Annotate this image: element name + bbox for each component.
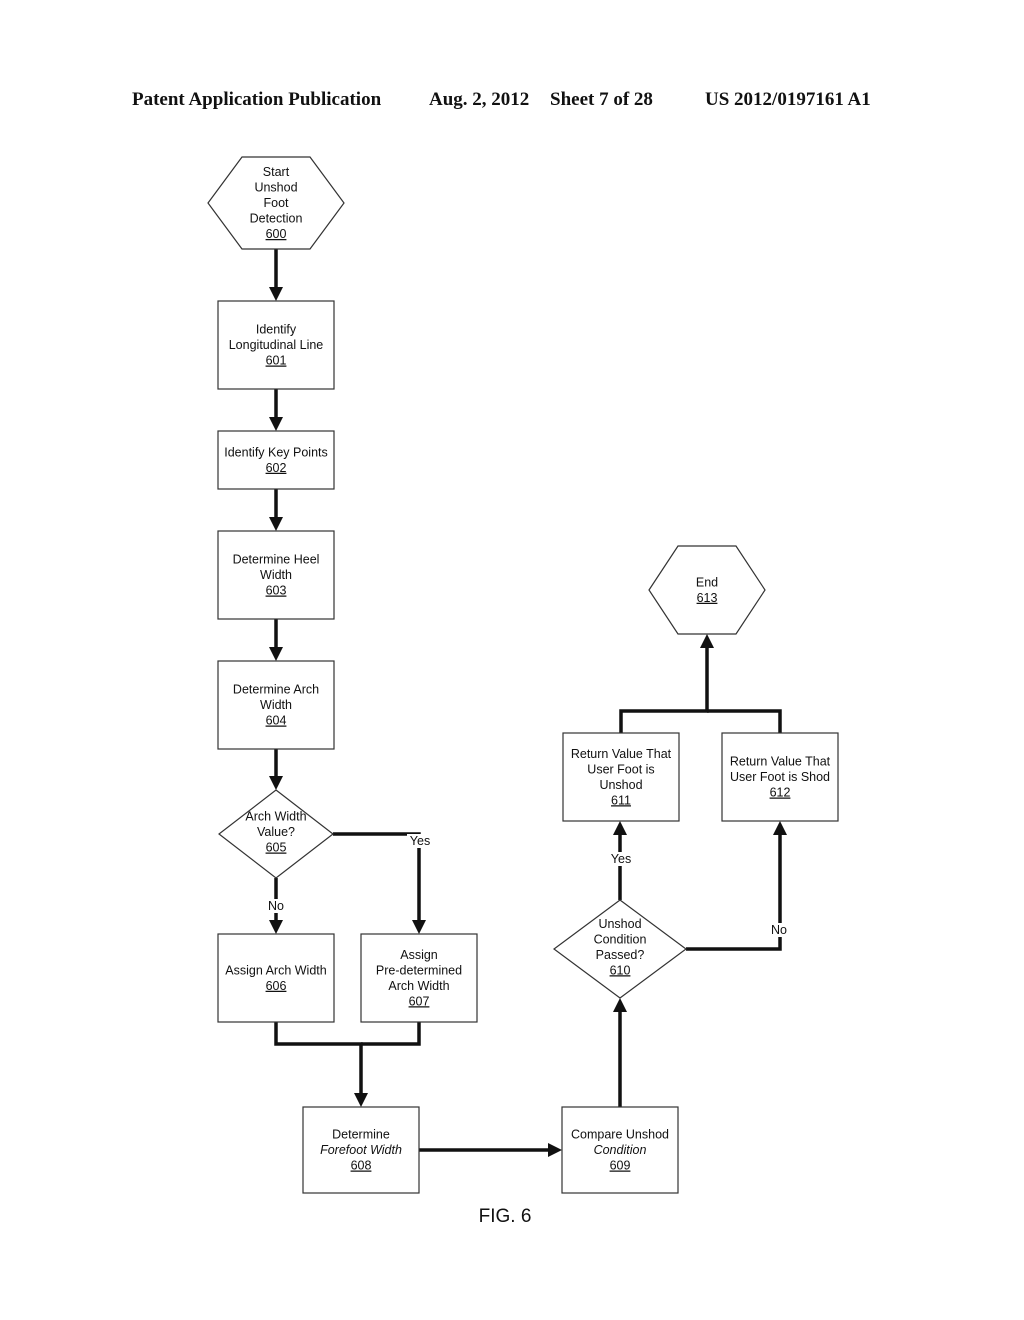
reference-number: 601 (266, 354, 287, 368)
edge-606-608 (274, 1022, 368, 1107)
flowchart: StartUnshodFootDetection600IdentifyLongi… (207, 156, 839, 1227)
arrowhead-icon (269, 920, 283, 934)
node-label: Width (260, 698, 292, 712)
node-label: Unshod (599, 778, 642, 792)
edge-602-603 (269, 489, 283, 531)
node-label: Determine Arch (233, 683, 319, 697)
node-label: Assign (400, 948, 438, 962)
edge-611-613 (619, 634, 714, 733)
node-label: User Foot is Shod (730, 770, 830, 784)
reference-number: 613 (697, 591, 718, 605)
arrowhead-icon (269, 647, 283, 661)
edge-609-610 (613, 998, 627, 1107)
connector-line (619, 648, 709, 733)
reference-number: 612 (770, 786, 791, 800)
node-label: Condition (594, 932, 647, 946)
reference-number: 602 (266, 461, 287, 475)
node-label: Identify Key Points (224, 445, 328, 459)
figure-label: FIG. 6 (479, 1206, 532, 1227)
node-608: DetermineForefoot Width 608 (302, 1106, 420, 1194)
arrowhead-icon (269, 417, 283, 431)
node-612: Return Value ThatUser Foot is Shod 612 (721, 732, 839, 822)
connector-line (686, 835, 782, 951)
node-607: AssignPre-determined Arch Width607 (360, 933, 478, 1023)
edge-label-yes: Yes (410, 834, 430, 848)
node-label: Longitudinal Line (229, 338, 324, 352)
node-label: Unshod (598, 917, 641, 931)
node-label: Value? (257, 825, 295, 839)
connector-line (333, 832, 421, 920)
reference-number: 611 (611, 793, 631, 807)
node-label: Unshod (254, 181, 297, 195)
connector-line (707, 709, 782, 733)
node-label: Assign Arch Width (225, 963, 326, 977)
node-604: Determine ArchWidth 604 (217, 660, 335, 750)
node-label: Width (260, 568, 292, 582)
reference-number: 604 (266, 714, 287, 728)
connector-line (274, 1022, 363, 1093)
edge-label-no: No (771, 923, 787, 937)
node-609: Compare UnshodCondition 609 (561, 1106, 679, 1194)
labels-layer: No Yes Yes No (263, 834, 792, 937)
reference-number: 603 (266, 584, 287, 598)
node-label: Determine (332, 1128, 390, 1142)
edge-612-613 (707, 709, 782, 733)
node-606: Assign Arch Width 606 (217, 933, 335, 1023)
node-613: End 613 (648, 545, 766, 635)
node-602: Identify Key Points 602 (217, 430, 335, 490)
node-label: Forefoot Width (320, 1143, 402, 1157)
node-label: Detection (250, 212, 303, 226)
reference-number: 600 (266, 227, 287, 241)
node-605: Arch WidthValue? 605 (218, 789, 334, 879)
arrowhead-icon (613, 821, 627, 835)
node-label: Compare Unshod (571, 1128, 669, 1142)
reference-number: 608 (351, 1159, 372, 1173)
edge-605-607 (333, 832, 426, 934)
arrowhead-icon (773, 821, 787, 835)
arrowhead-icon (412, 920, 426, 934)
node-603: Determine HeelWidth 603 (217, 530, 335, 620)
node-label: Return Value That (571, 747, 672, 761)
arrowhead-icon (269, 517, 283, 531)
arrowhead-icon (700, 634, 714, 648)
edge-label-yes: Yes (611, 852, 631, 866)
reference-number: 607 (409, 994, 430, 1008)
node-611: Return Value ThatUser Foot is Unshod611 (562, 732, 680, 822)
arrowhead-icon (269, 776, 283, 790)
node-600: Start UnshodFoot Detection600 (207, 156, 345, 250)
arrowhead-icon (548, 1143, 562, 1157)
node-label: Start (263, 165, 290, 179)
arrowhead-icon (269, 287, 283, 301)
reference-number: 609 (610, 1159, 631, 1173)
edge-600-601 (269, 249, 283, 301)
node-label: Return Value That (730, 755, 831, 769)
node-label: Condition (594, 1143, 647, 1157)
node-610: UnshodCondition Passed?610 (552, 899, 688, 999)
node-label: Arch Width (245, 810, 306, 824)
node-label: Pre-determined (376, 963, 462, 977)
node-label: Arch Width (388, 979, 449, 993)
reference-number: 605 (266, 841, 287, 855)
arrowhead-icon (613, 998, 627, 1012)
arrowhead-icon (354, 1093, 368, 1107)
node-label: Passed? (596, 948, 645, 962)
edge-608-609 (419, 1143, 562, 1157)
edges-layer (269, 249, 787, 1157)
edge-603-604 (269, 619, 283, 661)
edge-601-602 (269, 389, 283, 431)
node-label: End (696, 575, 718, 589)
connector-line (361, 1022, 421, 1046)
node-label: User Foot is (587, 762, 654, 776)
node-label: Determine Heel (233, 553, 320, 567)
node-label: Identify (256, 323, 297, 337)
node-601: IdentifyLongitudinal Line 601 (217, 300, 335, 390)
edge-607-608 (361, 1022, 421, 1046)
edge-604-605 (269, 749, 283, 790)
node-label: Foot (263, 196, 289, 210)
reference-number: 610 (610, 963, 631, 977)
nodes-layer: StartUnshodFootDetection600IdentifyLongi… (207, 156, 839, 1194)
edge-label-no: No (268, 899, 284, 913)
reference-number: 606 (266, 979, 287, 993)
